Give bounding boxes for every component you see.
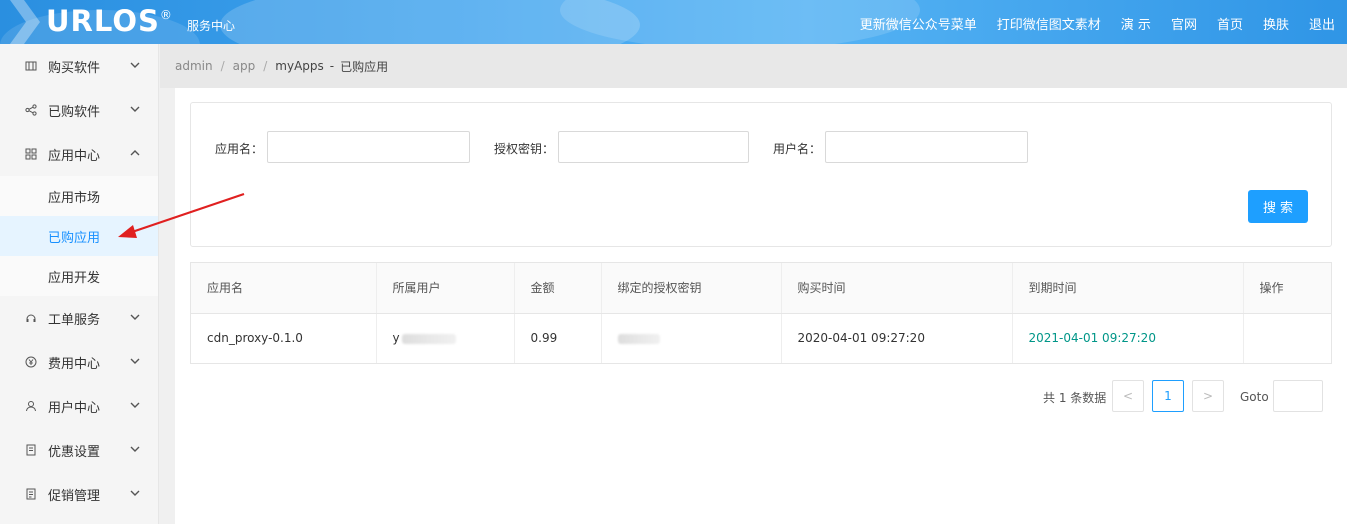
auth-key-label: 授权密钥： <box>494 142 555 156</box>
chevron-down-icon <box>130 106 140 112</box>
sidebar-item-label: 费用中心 <box>48 356 101 372</box>
sidebar-item-ticket-service[interactable]: 工单服务 <box>0 296 158 340</box>
col-header-amount[interactable]: 金额 <box>514 263 602 314</box>
nav-logout[interactable]: 退出 <box>1309 14 1335 33</box>
breadcrumb-dash: - <box>329 59 335 73</box>
chevron-down-icon <box>130 490 140 496</box>
chevron-down-icon <box>130 62 140 68</box>
sidebar-item-billing-center[interactable]: 费用中心 <box>0 340 158 384</box>
pagination-page-button[interactable]: 1 <box>1152 380 1184 412</box>
pagination-goto-label: Goto <box>1240 390 1269 404</box>
redacted-blur <box>401 333 456 344</box>
shop-icon <box>24 59 38 73</box>
username-label: 用户名： <box>773 142 822 156</box>
nav-print-wechat-articles[interactable]: 打印微信图文素材 <box>997 14 1101 33</box>
user-icon <box>24 399 38 413</box>
pagination-prev-button[interactable]: < <box>1112 380 1144 412</box>
cell-app-name: cdn_proxy-0.1.0 <box>191 313 377 363</box>
col-header-app-name[interactable]: 应用名 <box>191 263 377 314</box>
table-row[interactable]: cdn_proxy-0.1.0 y 0.99 2020-04-01 09:27:… <box>191 313 1331 363</box>
cell-owner: y <box>376 313 515 363</box>
grid-icon <box>24 147 38 161</box>
sidebar: 购买软件 已购软件 应用中心 应用市场 已购应用 应用开发 工单服务 费用中心 … <box>0 44 159 524</box>
cell-purchase-time: 2020-04-01 09:27:20 <box>781 313 1013 363</box>
headset-icon <box>24 311 38 325</box>
sidebar-item-label: 用户中心 <box>48 400 101 416</box>
auth-key-input[interactable] <box>558 131 749 163</box>
col-header-purchase-time[interactable]: 购买时间 <box>781 263 1013 314</box>
yen-icon <box>24 355 38 369</box>
breadcrumb-item-admin[interactable]: admin <box>175 59 213 73</box>
nav-home[interactable]: 首页 <box>1217 14 1243 33</box>
main-content: 应用名： 授权密钥： 用户名： 搜索 应用名 所属用户 金额 绑定的授权密钥 购… <box>175 88 1347 524</box>
logo-mark-icon <box>10 0 40 44</box>
breadcrumb-separator: / <box>263 59 268 73</box>
sidebar-item-label: 优惠设置 <box>48 444 101 460</box>
chevron-down-icon <box>130 402 140 408</box>
chevron-down-icon <box>130 314 140 320</box>
purchased-apps-table: 应用名 所属用户 金额 绑定的授权密钥 购买时间 到期时间 操作 cdn_pro… <box>190 262 1332 364</box>
cell-expire-time: 2021-04-01 09:27:20 <box>1012 313 1244 363</box>
app-name-label: 应用名： <box>215 142 264 156</box>
username-input[interactable] <box>825 131 1028 163</box>
nav-change-skin[interactable]: 换肤 <box>1263 14 1289 33</box>
sidebar-item-label: 已购软件 <box>48 104 101 120</box>
owner-visible-text: y <box>392 331 400 346</box>
cell-actions <box>1243 313 1331 363</box>
col-header-actions: 操作 <box>1243 263 1331 314</box>
share-icon <box>24 103 38 117</box>
col-header-owner[interactable]: 所属用户 <box>376 263 515 314</box>
table-header-row: 应用名 所属用户 金额 绑定的授权密钥 购买时间 到期时间 操作 <box>191 263 1331 314</box>
search-panel: 应用名： 授权密钥： 用户名： 搜索 <box>190 102 1332 247</box>
chevron-down-icon <box>130 446 140 452</box>
col-header-auth-key[interactable]: 绑定的授权密钥 <box>601 263 782 314</box>
chevron-up-icon <box>130 150 140 156</box>
col-header-expire-time[interactable]: 到期时间 <box>1012 263 1244 314</box>
sidebar-item-label: 促销管理 <box>48 488 101 504</box>
pagination-total: 共 1 条数据 <box>1043 391 1107 405</box>
sidebar-item-purchased-software[interactable]: 已购软件 <box>0 88 158 132</box>
top-nav: 更新微信公众号菜单 打印微信图文素材 演 示 官网 首页 换肤 退出 <box>860 14 1335 33</box>
sidebar-item-discount-settings[interactable]: 优惠设置 <box>0 428 158 472</box>
logo[interactable]: URLOS® <box>46 4 173 38</box>
nav-update-wechat-menu[interactable]: 更新微信公众号菜单 <box>860 14 977 33</box>
nav-demo[interactable]: 演 示 <box>1121 14 1151 33</box>
pagination: 共 1 条数据 < 1 > Goto <box>175 380 1347 414</box>
sidebar-item-label: 工单服务 <box>48 312 101 328</box>
sidebar-subitem-purchased-apps[interactable]: 已购应用 <box>0 216 158 256</box>
sidebar-item-label: 应用中心 <box>48 148 101 164</box>
pagination-goto-input[interactable] <box>1273 380 1323 412</box>
chevron-down-icon <box>130 358 140 364</box>
breadcrumb-separator: / <box>220 59 225 73</box>
pagination-next-button[interactable]: > <box>1192 380 1224 412</box>
cell-auth-key <box>601 313 782 363</box>
app-center-submenu: 应用市场 已购应用 应用开发 <box>0 176 158 296</box>
app-name-input[interactable] <box>267 131 470 163</box>
ticket-icon <box>24 443 38 457</box>
sidebar-subitem-app-market[interactable]: 应用市场 <box>0 176 158 216</box>
sidebar-subitem-app-development[interactable]: 应用开发 <box>0 256 158 296</box>
breadcrumb-item-myapps[interactable]: myApps <box>275 59 324 73</box>
sidebar-item-user-center[interactable]: 用户中心 <box>0 384 158 428</box>
search-button[interactable]: 搜索 <box>1248 190 1308 223</box>
promo-icon <box>24 487 38 501</box>
top-header: URLOS® 服务中心 更新微信公众号菜单 打印微信图文素材 演 示 官网 首页… <box>0 0 1347 44</box>
sidebar-item-buy-software[interactable]: 购买软件 <box>0 44 158 88</box>
breadcrumb-current: 已购应用 <box>340 59 389 74</box>
logo-subtitle: 服务中心 <box>187 19 236 33</box>
breadcrumb: admin / app / myApps - 已购应用 <box>160 44 1347 88</box>
redacted-blur <box>617 333 660 344</box>
sidebar-item-app-center[interactable]: 应用中心 <box>0 132 158 176</box>
nav-official-site[interactable]: 官网 <box>1171 14 1197 33</box>
breadcrumb-item-app[interactable]: app <box>233 59 256 73</box>
cell-amount: 0.99 <box>514 313 602 363</box>
sidebar-item-promotion-management[interactable]: 促销管理 <box>0 472 158 516</box>
sidebar-item-label: 购买软件 <box>48 60 101 76</box>
